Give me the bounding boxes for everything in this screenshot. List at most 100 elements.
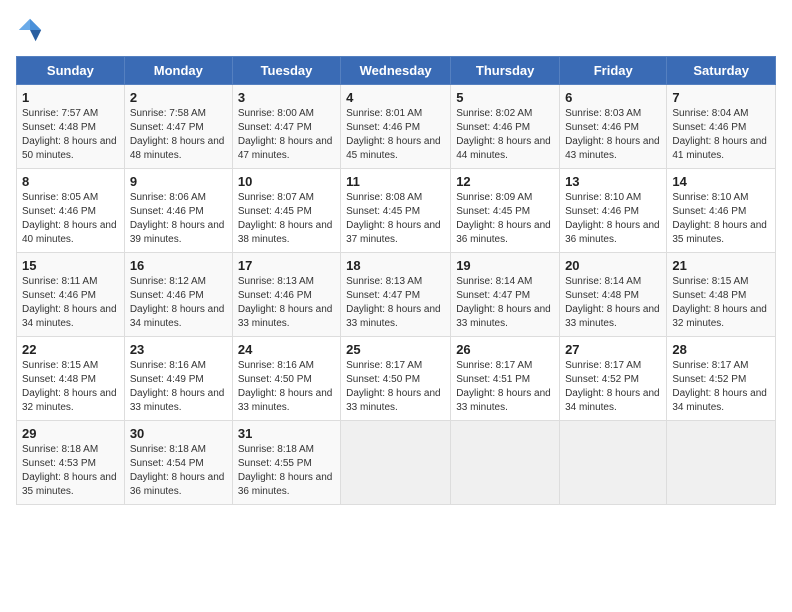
day-info: Sunrise: 8:11 AM Sunset: 4:46 PM Dayligh… [22, 275, 119, 331]
day-info: Sunrise: 8:18 AM Sunset: 4:54 PM Dayligh… [130, 443, 227, 499]
calendar-cell: 4 Sunrise: 8:01 AM Sunset: 4:46 PM Dayli… [341, 85, 451, 169]
day-info: Sunrise: 8:17 AM Sunset: 4:52 PM Dayligh… [672, 359, 770, 415]
day-info: Sunrise: 8:14 AM Sunset: 4:47 PM Dayligh… [456, 275, 554, 331]
day-number: 6 [565, 90, 661, 105]
day-info: Sunrise: 8:05 AM Sunset: 4:46 PM Dayligh… [22, 191, 119, 247]
day-info: Sunrise: 8:18 AM Sunset: 4:53 PM Dayligh… [22, 443, 119, 499]
day-number: 25 [346, 342, 445, 357]
day-number: 18 [346, 258, 445, 273]
day-info: Sunrise: 8:03 AM Sunset: 4:46 PM Dayligh… [565, 107, 661, 163]
calendar-cell: 28 Sunrise: 8:17 AM Sunset: 4:52 PM Dayl… [667, 337, 776, 421]
day-info: Sunrise: 7:57 AM Sunset: 4:48 PM Dayligh… [22, 107, 119, 163]
day-number: 22 [22, 342, 119, 357]
calendar-cell: 21 Sunrise: 8:15 AM Sunset: 4:48 PM Dayl… [667, 253, 776, 337]
day-number: 16 [130, 258, 227, 273]
day-number: 11 [346, 174, 445, 189]
days-of-week-row: SundayMondayTuesdayWednesdayThursdayFrid… [17, 57, 776, 85]
day-number: 2 [130, 90, 227, 105]
calendar-cell [451, 421, 560, 505]
logo [16, 16, 48, 44]
calendar-cell: 14 Sunrise: 8:10 AM Sunset: 4:46 PM Dayl… [667, 169, 776, 253]
week-row-3: 15 Sunrise: 8:11 AM Sunset: 4:46 PM Dayl… [17, 253, 776, 337]
calendar-cell: 13 Sunrise: 8:10 AM Sunset: 4:46 PM Dayl… [560, 169, 667, 253]
day-number: 9 [130, 174, 227, 189]
day-number: 29 [22, 426, 119, 441]
day-info: Sunrise: 8:08 AM Sunset: 4:45 PM Dayligh… [346, 191, 445, 247]
calendar-table: SundayMondayTuesdayWednesdayThursdayFrid… [16, 56, 776, 505]
day-number: 1 [22, 90, 119, 105]
calendar-cell: 10 Sunrise: 8:07 AM Sunset: 4:45 PM Dayl… [232, 169, 340, 253]
day-info: Sunrise: 8:17 AM Sunset: 4:51 PM Dayligh… [456, 359, 554, 415]
calendar-cell: 16 Sunrise: 8:12 AM Sunset: 4:46 PM Dayl… [124, 253, 232, 337]
calendar-cell: 20 Sunrise: 8:14 AM Sunset: 4:48 PM Dayl… [560, 253, 667, 337]
day-number: 27 [565, 342, 661, 357]
day-number: 7 [672, 90, 770, 105]
calendar-cell [560, 421, 667, 505]
day-number: 30 [130, 426, 227, 441]
header [16, 16, 776, 44]
calendar-cell: 5 Sunrise: 8:02 AM Sunset: 4:46 PM Dayli… [451, 85, 560, 169]
day-info: Sunrise: 8:01 AM Sunset: 4:46 PM Dayligh… [346, 107, 445, 163]
day-info: Sunrise: 8:10 AM Sunset: 4:46 PM Dayligh… [672, 191, 770, 247]
day-info: Sunrise: 8:10 AM Sunset: 4:46 PM Dayligh… [565, 191, 661, 247]
week-row-4: 22 Sunrise: 8:15 AM Sunset: 4:48 PM Dayl… [17, 337, 776, 421]
calendar-cell: 17 Sunrise: 8:13 AM Sunset: 4:46 PM Dayl… [232, 253, 340, 337]
calendar-cell [667, 421, 776, 505]
calendar-cell: 6 Sunrise: 8:03 AM Sunset: 4:46 PM Dayli… [560, 85, 667, 169]
day-info: Sunrise: 8:04 AM Sunset: 4:46 PM Dayligh… [672, 107, 770, 163]
day-number: 10 [238, 174, 335, 189]
dow-header-thursday: Thursday [451, 57, 560, 85]
day-info: Sunrise: 8:06 AM Sunset: 4:46 PM Dayligh… [130, 191, 227, 247]
calendar-cell: 24 Sunrise: 8:16 AM Sunset: 4:50 PM Dayl… [232, 337, 340, 421]
calendar-cell: 9 Sunrise: 8:06 AM Sunset: 4:46 PM Dayli… [124, 169, 232, 253]
day-info: Sunrise: 8:13 AM Sunset: 4:46 PM Dayligh… [238, 275, 335, 331]
day-info: Sunrise: 8:00 AM Sunset: 4:47 PM Dayligh… [238, 107, 335, 163]
day-info: Sunrise: 8:12 AM Sunset: 4:46 PM Dayligh… [130, 275, 227, 331]
calendar-cell: 29 Sunrise: 8:18 AM Sunset: 4:53 PM Dayl… [17, 421, 125, 505]
day-info: Sunrise: 8:09 AM Sunset: 4:45 PM Dayligh… [456, 191, 554, 247]
dow-header-friday: Friday [560, 57, 667, 85]
day-info: Sunrise: 8:07 AM Sunset: 4:45 PM Dayligh… [238, 191, 335, 247]
dow-header-tuesday: Tuesday [232, 57, 340, 85]
calendar-cell: 3 Sunrise: 8:00 AM Sunset: 4:47 PM Dayli… [232, 85, 340, 169]
calendar-cell: 23 Sunrise: 8:16 AM Sunset: 4:49 PM Dayl… [124, 337, 232, 421]
day-number: 5 [456, 90, 554, 105]
calendar-cell: 27 Sunrise: 8:17 AM Sunset: 4:52 PM Dayl… [560, 337, 667, 421]
day-number: 14 [672, 174, 770, 189]
day-info: Sunrise: 8:15 AM Sunset: 4:48 PM Dayligh… [22, 359, 119, 415]
calendar-cell: 1 Sunrise: 7:57 AM Sunset: 4:48 PM Dayli… [17, 85, 125, 169]
day-info: Sunrise: 7:58 AM Sunset: 4:47 PM Dayligh… [130, 107, 227, 163]
calendar-cell: 2 Sunrise: 7:58 AM Sunset: 4:47 PM Dayli… [124, 85, 232, 169]
day-number: 20 [565, 258, 661, 273]
calendar-cell: 25 Sunrise: 8:17 AM Sunset: 4:50 PM Dayl… [341, 337, 451, 421]
day-number: 23 [130, 342, 227, 357]
calendar-cell: 30 Sunrise: 8:18 AM Sunset: 4:54 PM Dayl… [124, 421, 232, 505]
dow-header-saturday: Saturday [667, 57, 776, 85]
day-number: 3 [238, 90, 335, 105]
calendar-cell: 31 Sunrise: 8:18 AM Sunset: 4:55 PM Dayl… [232, 421, 340, 505]
calendar-cell: 18 Sunrise: 8:13 AM Sunset: 4:47 PM Dayl… [341, 253, 451, 337]
day-number: 31 [238, 426, 335, 441]
calendar-cell [341, 421, 451, 505]
day-number: 24 [238, 342, 335, 357]
week-row-2: 8 Sunrise: 8:05 AM Sunset: 4:46 PM Dayli… [17, 169, 776, 253]
day-number: 26 [456, 342, 554, 357]
calendar-cell: 15 Sunrise: 8:11 AM Sunset: 4:46 PM Dayl… [17, 253, 125, 337]
day-info: Sunrise: 8:16 AM Sunset: 4:49 PM Dayligh… [130, 359, 227, 415]
week-row-1: 1 Sunrise: 7:57 AM Sunset: 4:48 PM Dayli… [17, 85, 776, 169]
calendar-cell: 19 Sunrise: 8:14 AM Sunset: 4:47 PM Dayl… [451, 253, 560, 337]
calendar-cell: 22 Sunrise: 8:15 AM Sunset: 4:48 PM Dayl… [17, 337, 125, 421]
day-number: 21 [672, 258, 770, 273]
day-number: 17 [238, 258, 335, 273]
day-info: Sunrise: 8:13 AM Sunset: 4:47 PM Dayligh… [346, 275, 445, 331]
day-number: 28 [672, 342, 770, 357]
day-info: Sunrise: 8:17 AM Sunset: 4:52 PM Dayligh… [565, 359, 661, 415]
day-info: Sunrise: 8:16 AM Sunset: 4:50 PM Dayligh… [238, 359, 335, 415]
calendar-cell: 8 Sunrise: 8:05 AM Sunset: 4:46 PM Dayli… [17, 169, 125, 253]
dow-header-wednesday: Wednesday [341, 57, 451, 85]
day-number: 19 [456, 258, 554, 273]
calendar-cell: 11 Sunrise: 8:08 AM Sunset: 4:45 PM Dayl… [341, 169, 451, 253]
day-info: Sunrise: 8:18 AM Sunset: 4:55 PM Dayligh… [238, 443, 335, 499]
calendar-cell: 26 Sunrise: 8:17 AM Sunset: 4:51 PM Dayl… [451, 337, 560, 421]
day-number: 12 [456, 174, 554, 189]
